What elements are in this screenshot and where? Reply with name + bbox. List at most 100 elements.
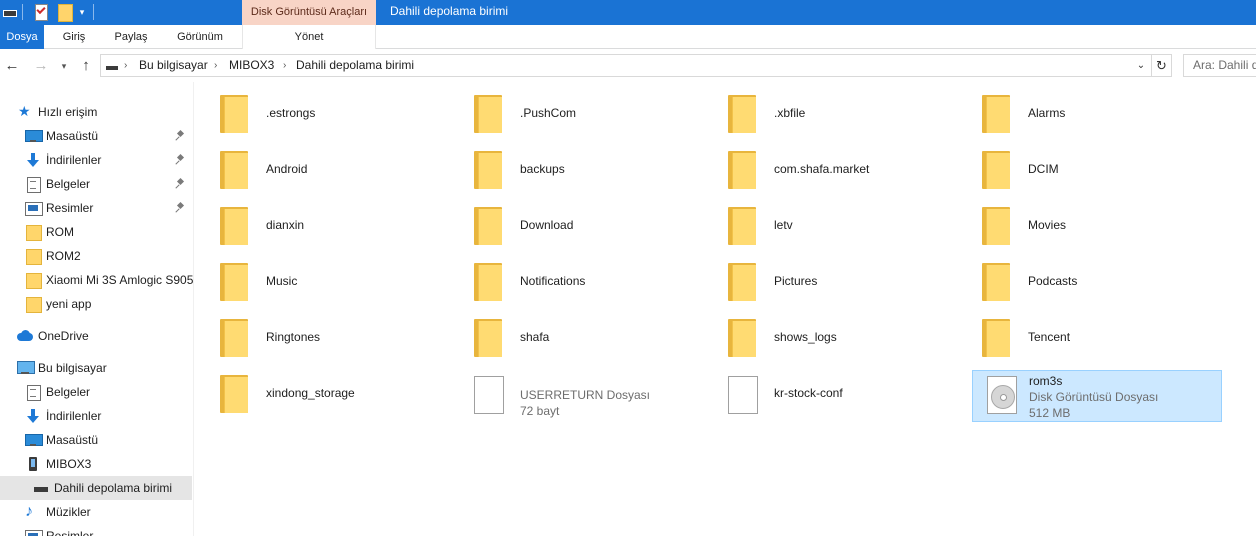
folder-item[interactable]: shafa <box>450 312 700 364</box>
sidebar-item-desktop[interactable]: Masaüstü <box>0 124 192 148</box>
properties-icon[interactable] <box>33 3 49 21</box>
folder-item[interactable]: xindong_storage <box>196 368 446 420</box>
sidebar-item-xiaomi[interactable]: Xiaomi Mi 3S Amlogic S905 <box>0 268 193 292</box>
folder-item[interactable]: dianxin <box>196 200 446 252</box>
tab-home[interactable]: Giriş <box>44 25 104 49</box>
sidebar-item-label: Bu bilgisayar <box>38 361 107 375</box>
folder-item[interactable]: Alarms <box>958 88 1208 140</box>
folder-icon <box>25 297 42 313</box>
folder-item[interactable]: DCIM <box>958 144 1208 196</box>
address-bar[interactable]: › Bu bilgisayar › MIBOX3 › Dahili depola… <box>100 54 1152 77</box>
breadcrumb-separator-icon[interactable]: › <box>283 55 286 76</box>
sidebar-item-yeni-app[interactable]: yeni app <box>0 292 192 316</box>
file-name: dianxin <box>266 218 305 232</box>
drive-icon[interactable] <box>2 3 17 21</box>
sidebar-item-documents[interactable]: Belgeler <box>0 172 192 196</box>
sidebar-item-downloads[interactable]: İndirilenler <box>0 404 192 428</box>
sidebar-item-mibox3[interactable]: MIBOX3 <box>0 452 192 476</box>
breadcrumb-separator-icon[interactable]: › <box>214 55 217 76</box>
sidebar-item-label: Müzikler <box>46 505 91 519</box>
sidebar-item-label: Dahili depolama birimi <box>54 481 173 495</box>
sidebar-item-rom[interactable]: ROM <box>0 220 192 244</box>
folder-item[interactable]: .PushCom <box>450 88 700 140</box>
navigation-pane: ★ Hızlı erişim Masaüstü İndirilenler Bel… <box>0 82 194 536</box>
folder-item[interactable]: letv <box>704 200 954 252</box>
folder-item[interactable]: Notifications <box>450 256 700 308</box>
folder-icon <box>25 225 42 241</box>
folder-item[interactable]: Tencent <box>958 312 1208 364</box>
sidebar-item-documents[interactable]: Belgeler <box>0 380 192 404</box>
file-name: Pictures <box>774 274 818 288</box>
folder-item[interactable]: .estrongs <box>196 88 446 140</box>
folder-icon <box>982 151 1010 189</box>
file-item[interactable]: kr-stock-conf <box>704 368 954 420</box>
sidebar-item-desktop[interactable]: Masaüstü <box>0 428 192 452</box>
file-name: .estrongs <box>266 106 316 120</box>
file-name: DCIM <box>1028 162 1059 176</box>
file-item[interactable]: USERRETURN Dosyası 72 bayt <box>450 368 700 420</box>
new-folder-icon[interactable] <box>57 3 73 22</box>
recent-locations-chevron-icon[interactable]: ▾ <box>57 55 71 77</box>
folder-item[interactable]: com.shafa.market <box>704 144 954 196</box>
file-name: Alarms <box>1028 106 1066 120</box>
folder-item[interactable]: Android <box>196 144 446 196</box>
sidebar-item-this-pc[interactable]: Bu bilgisayar <box>0 356 192 380</box>
tab-view[interactable]: Görünüm <box>158 25 242 49</box>
sidebar-item-rom2[interactable]: ROM2 <box>0 244 192 268</box>
refresh-icon[interactable]: ↻ <box>1152 54 1172 77</box>
sidebar-item-label: Resimler <box>46 201 94 215</box>
tab-file[interactable]: Dosya <box>0 25 44 49</box>
sidebar-item-onedrive[interactable]: OneDrive <box>0 324 192 348</box>
search-input[interactable]: Ara: Dahili d <box>1183 54 1256 77</box>
breadcrumb-this-pc[interactable]: Bu bilgisayar <box>139 55 208 76</box>
sidebar-item-label: yeni app <box>46 297 92 311</box>
sidebar-item-internal-storage[interactable]: Dahili depolama birimi <box>0 476 192 500</box>
folder-icon <box>220 319 248 357</box>
pictures-icon <box>25 529 43 536</box>
folder-icon <box>982 95 1010 133</box>
folder-icon <box>728 319 756 357</box>
tab-manage[interactable]: Yönet <box>242 25 376 49</box>
folder-item[interactable]: Music <box>196 256 446 308</box>
disc-image-item[interactable]: rom3s Disk Görüntüsü Dosyası 512 MB <box>972 370 1222 422</box>
sidebar-item-quick-access[interactable]: ★ Hızlı erişim <box>0 100 192 124</box>
documents-icon <box>25 385 41 401</box>
breadcrumb-separator-icon[interactable]: › <box>124 55 127 76</box>
folder-icon <box>220 207 248 245</box>
file-icon <box>728 376 758 414</box>
pin-icon <box>176 203 185 213</box>
folder-item[interactable]: Podcasts <box>958 256 1208 308</box>
folder-icon <box>474 319 502 357</box>
file-name: Podcasts <box>1028 274 1078 288</box>
sidebar-item-music[interactable]: ♪ Müzikler <box>0 500 192 524</box>
file-name: shafa <box>520 330 550 344</box>
folder-icon <box>25 249 42 265</box>
breadcrumb-internal-storage[interactable]: Dahili depolama birimi <box>296 55 414 76</box>
back-arrow-icon[interactable]: ← <box>2 55 22 77</box>
chevron-down-icon[interactable]: ⌄ <box>1133 55 1149 76</box>
folder-item[interactable]: Ringtones <box>196 312 446 364</box>
folder-item[interactable]: backups <box>450 144 700 196</box>
sidebar-item-label: Belgeler <box>46 177 91 191</box>
file-name: Ringtones <box>266 330 321 344</box>
sidebar-item-downloads[interactable]: İndirilenler <box>0 148 192 172</box>
file-icon <box>474 376 504 414</box>
file-name: rom3s <box>1029 374 1063 388</box>
file-size: 72 bayt <box>520 404 560 418</box>
customize-quick-access-icon[interactable]: ▾ <box>76 3 88 21</box>
folder-icon <box>982 263 1010 301</box>
folder-item[interactable]: Pictures <box>704 256 954 308</box>
breadcrumb-mibox3[interactable]: MIBOX3 <box>229 55 274 76</box>
sidebar-item-pictures[interactable]: Resimler <box>0 196 192 220</box>
up-arrow-icon[interactable]: ↑ <box>76 55 96 77</box>
pictures-icon <box>25 201 43 216</box>
folder-item[interactable]: Movies <box>958 200 1208 252</box>
folder-icon <box>220 375 248 413</box>
sidebar-item-pictures[interactable]: Resimler <box>0 524 192 536</box>
forward-arrow-icon[interactable]: → <box>31 55 51 77</box>
folder-item[interactable]: shows_logs <box>704 312 954 364</box>
file-name: Tencent <box>1028 330 1071 344</box>
folder-item[interactable]: Download <box>450 200 700 252</box>
tab-share[interactable]: Paylaş <box>104 25 158 49</box>
folder-item[interactable]: .xbfile <box>704 88 954 140</box>
